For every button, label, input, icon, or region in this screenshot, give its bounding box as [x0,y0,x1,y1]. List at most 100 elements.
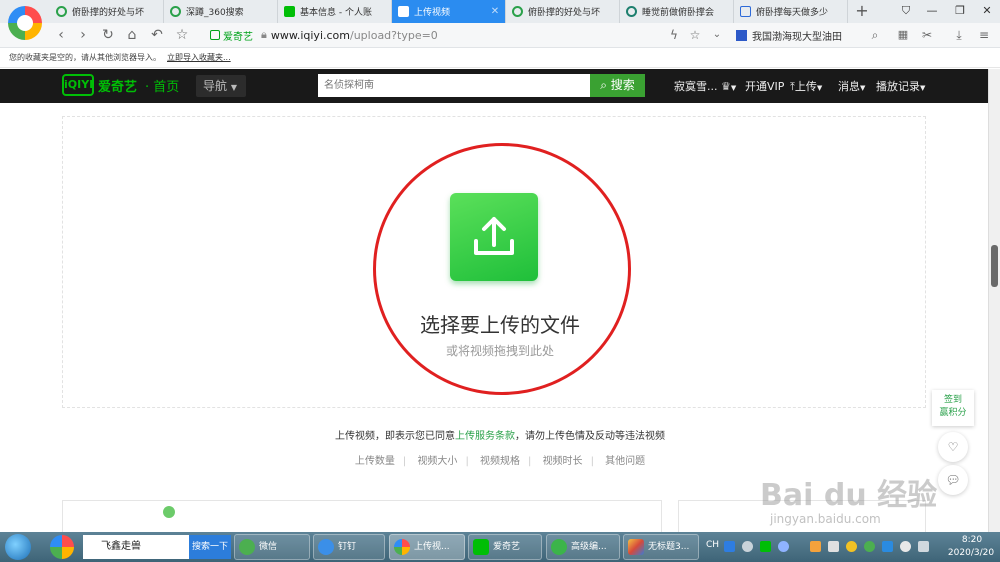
start-button[interactable] [5,534,31,560]
search-favicon-icon [170,6,181,17]
user-name[interactable]: 寂寞雪... ♛▼ [674,78,736,94]
pinned-browser-icon[interactable] [50,535,74,559]
taskbar-app-wechat[interactable]: 微信 [234,534,310,560]
quick-search-suggestion[interactable]: 我国渤海现大型油田 [736,27,876,44]
upload-menu[interactable]: ⤒上传▼ [790,78,822,94]
close-window-icon[interactable]: ✕ [977,2,997,20]
upload-agreement: 上传视频，即表示您已同意上传服务条款，请勿上传色情及反动等违法视频 [250,427,750,442]
menu-icon[interactable]: ≡ [975,26,993,44]
taskbar-app-iqiyi[interactable]: 爱奇艺 [468,534,542,560]
scissors-icon[interactable]: ✂ [918,26,936,44]
bluetooth-icon[interactable] [778,541,789,552]
forward-icon[interactable]: › [74,26,92,44]
sign-in-widget[interactable]: 签到 赢积分 [932,390,974,426]
home-icon[interactable]: ⌂ [123,26,141,44]
restore-icon[interactable]: ❐ [950,2,970,20]
taskbar-app-label: 无标题3... [648,542,690,552]
taskbar-app-paint[interactable]: 无标题3... [623,534,699,560]
tab-pushup-benefits-2[interactable]: 俯卧撑的好处与坏 [506,0,620,23]
search-icon[interactable]: ⌕ [866,26,884,44]
nav-dropdown[interactable]: 导航 ▼ [196,75,246,97]
paint-icon [628,539,644,555]
security-icon[interactable] [810,541,821,552]
minimize-icon[interactable]: — [922,2,942,20]
divider: | [528,456,532,467]
home-link[interactable]: · 首页 [145,76,179,95]
new-tab-button[interactable]: + [853,0,871,23]
divider: | [590,456,594,467]
favorite-star-icon[interactable]: ☆ [686,26,704,44]
url-field[interactable]: 爱奇艺 🔒︎ www.iqiyi.com/upload?type=0 [210,25,730,45]
clock-time[interactable]: 8:20 [948,535,996,545]
ime-indicator[interactable]: CH [706,540,719,550]
video-size-link[interactable]: 视频大小 [417,456,457,467]
video-spec-link[interactable]: 视频规格 [480,456,520,467]
site-badge: 爱奇艺 [210,28,253,43]
divider: | [402,456,407,467]
wechat-tray-icon[interactable] [864,541,875,552]
taskbar: 飞鑫走兽 搜索一下 微信 钉钉 上传视... 爱奇艺 高级编... 无标题3..… [0,532,1000,562]
qq-icon[interactable] [846,541,857,552]
news-favicon-icon [740,6,751,17]
download-icon[interactable]: ⤓ [950,26,968,44]
tab-pushup-before-sleep[interactable]: 睡觉前做俯卧撑会 [620,0,734,23]
feedback-heart-icon[interactable]: ♡ [938,432,968,462]
taskbar-search-button[interactable]: 搜索一下 [189,535,231,559]
baidu-watermark-url: jingyan.baidu.com [770,512,881,526]
search-icon: ⌕ [600,78,607,92]
taskbar-app-label: 上传视... [414,542,450,552]
user-name-label: 寂寞雪... [674,80,718,93]
lightning-icon[interactable]: ϟ [665,26,683,44]
open-vip-link[interactable]: 开通VIP [745,78,784,94]
chat-bubble-icon[interactable] [900,541,911,552]
taskbar-search-input[interactable]: 飞鑫走兽 [83,535,189,559]
iqiyi-tray-icon[interactable] [760,541,771,552]
shirt-skin-icon[interactable]: ⛉ [896,2,916,20]
search-button[interactable]: ⌕ 搜索 [590,74,645,97]
refresh-icon[interactable]: ↻ [99,26,117,44]
history-menu[interactable]: 播放记录▼ [876,78,925,94]
tab-squat-search[interactable]: 深蹲_360搜索 [164,0,278,23]
taskbar-app-browser[interactable]: 上传视... [389,534,465,560]
upload-count-link[interactable]: 上传数量 [355,456,395,467]
taskbar-app-advanced-edit[interactable]: 高级编... [546,534,620,560]
iqiyi-logo[interactable]: iQIYI 爱奇艺 · 首页 [62,74,179,96]
tab-pushup-daily[interactable]: 俯卧撑每天做多少 [734,0,848,23]
settings-icon[interactable] [742,541,753,552]
status-dot-icon [163,506,175,518]
browser-logo-icon[interactable] [8,6,42,40]
apps-grid-icon[interactable]: ▦ [894,26,912,44]
url-host: www.iqiyi.com [270,28,350,42]
tab-upload-video[interactable]: 上传视频 ✕ [392,0,506,23]
import-bookmarks-link[interactable]: 立即导入收藏夹... [167,53,231,62]
shield-icon[interactable] [882,541,893,552]
taskbar-app-dingtalk[interactable]: 钉钉 [313,534,385,560]
search-favicon-icon [512,6,523,17]
iqiyi-favicon-icon [398,6,409,17]
page-scrollbar[interactable] [988,69,1000,532]
taskbar-app-label: 爱奇艺 [493,542,521,552]
undo-icon[interactable]: ↶ [148,26,166,44]
news-icon [736,30,747,41]
tab-pushup-benefits[interactable]: 俯卧撑的好处与坏 [50,0,164,23]
tab-basic-info[interactable]: 基本信息 - 个人账 [278,0,392,23]
upload-info-links: 上传数量 | 视频大小 | 视频规格 | 视频时长 | 其他问题 [330,452,670,467]
back-icon[interactable]: ‹ [52,26,70,44]
close-tab-icon[interactable]: ✕ [489,6,501,17]
search-input[interactable] [318,74,590,97]
star-icon[interactable]: ☆ [173,26,191,44]
other-questions-link[interactable]: 其他问题 [605,456,645,467]
tab-label: 基本信息 - 个人账 [300,8,372,18]
network-icon[interactable] [828,541,839,552]
video-duration-link[interactable]: 视频时长 [543,456,583,467]
messages-menu[interactable]: 消息▼ [838,78,865,94]
address-bar: ‹ › ↻ ⌂ ↶ ☆ 爱奇艺 🔒︎ www.iqiyi.com/upload?… [0,23,1000,48]
scroll-thumb[interactable] [991,245,998,287]
browser-icon [394,539,410,555]
clock-date[interactable]: 2020/3/20 [944,548,998,558]
chevron-down-icon[interactable]: ⌄ [708,26,726,44]
taskbar-search-text: 飞鑫走兽 [101,541,141,552]
terms-of-service-link[interactable]: 上传服务条款 [455,431,515,442]
volume-icon[interactable] [918,541,929,552]
input-method-icon[interactable] [724,541,735,552]
